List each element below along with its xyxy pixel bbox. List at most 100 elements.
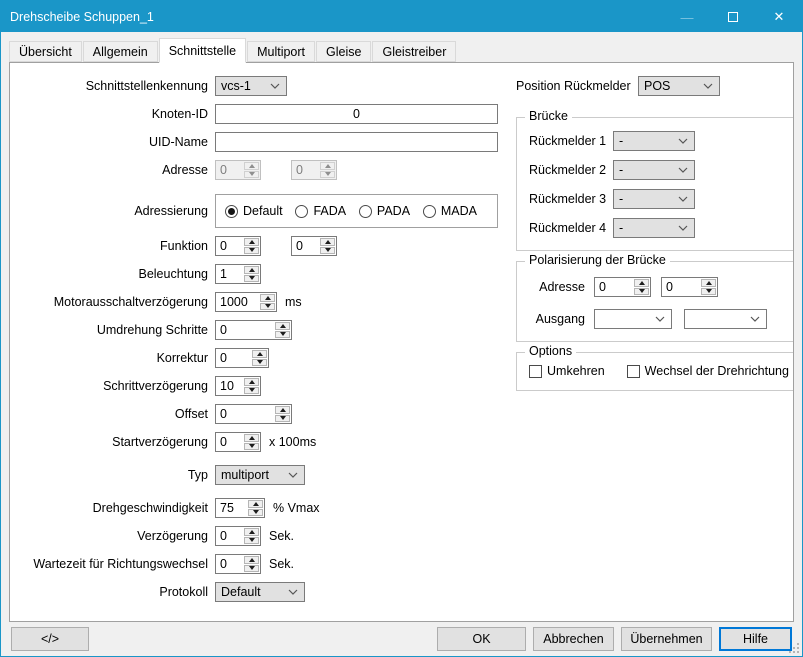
cancel-button[interactable]: Abbrechen — [533, 627, 614, 651]
position-rueckmelder-label: Position Rückmelder — [516, 79, 638, 93]
spinner-down-icon[interactable] — [252, 359, 267, 367]
spinner-value: 0 — [216, 161, 244, 179]
offset-spinner[interactable]: 0 — [215, 404, 292, 424]
spinner-up-icon[interactable] — [701, 279, 716, 287]
spinner-down-icon[interactable] — [244, 387, 259, 395]
spinner-value[interactable]: 1 — [216, 265, 244, 283]
radio-default[interactable]: Default — [225, 204, 283, 218]
maximize-button[interactable] — [710, 1, 756, 32]
spinner-down-icon[interactable] — [248, 509, 263, 517]
spinner-up-icon[interactable] — [248, 500, 263, 508]
rueckmelder-2-select[interactable]: - — [613, 160, 695, 180]
umkehren-checkbox[interactable]: Umkehren — [529, 364, 605, 378]
group-title: Options — [525, 344, 576, 358]
spinner-value[interactable]: 10 — [216, 377, 244, 395]
typ-select[interactable]: multiport — [215, 465, 305, 485]
motorausschaltverzoegerung-label: Motorausschaltverzögerung — [20, 295, 208, 309]
spinner-up-icon[interactable] — [275, 322, 290, 330]
spinner-value[interactable]: 0 — [595, 278, 634, 296]
spinner-up-icon[interactable] — [252, 350, 267, 358]
korrektur-spinner[interactable]: 0 — [215, 348, 269, 368]
apply-button[interactable]: Übernehmen — [621, 627, 712, 651]
spinner-up-icon[interactable] — [244, 434, 259, 442]
spinner-down-icon[interactable] — [244, 565, 259, 573]
tab-uebersicht[interactable]: Übersicht — [9, 41, 82, 62]
startverzoegerung-spinner[interactable]: 0 — [215, 432, 261, 452]
spinner-down-icon[interactable] — [244, 275, 259, 283]
spinner-down-icon[interactable] — [244, 537, 259, 545]
spinner-up-icon[interactable] — [634, 279, 649, 287]
drehgeschwindigkeit-spinner[interactable]: 75 — [215, 498, 265, 518]
spinner-value[interactable]: 0 — [216, 555, 244, 573]
spinner-down-icon[interactable] — [244, 443, 259, 451]
spinner-down-icon[interactable] — [634, 288, 649, 296]
code-view-button[interactable]: </> — [11, 627, 89, 651]
titlebar[interactable]: Drehscheibe Schuppen_1 — ✕ — [1, 1, 802, 32]
ok-button[interactable]: OK — [437, 627, 526, 651]
input-value: 0 — [353, 107, 360, 121]
tab-gleistreiber[interactable]: Gleistreiber — [372, 41, 456, 62]
tab-gleise[interactable]: Gleise — [316, 41, 371, 62]
protokoll-select[interactable]: Default — [215, 582, 305, 602]
window-controls: — ✕ — [664, 1, 802, 32]
spinner-up-icon[interactable] — [244, 266, 259, 274]
spinner-value[interactable]: 0 — [292, 237, 320, 255]
radio-pada[interactable]: PADA — [359, 204, 410, 218]
position-rueckmelder-select[interactable]: POS — [638, 76, 720, 96]
tab-label: Allgemein — [93, 45, 148, 59]
spinner-up-icon[interactable] — [244, 528, 259, 536]
spinner-value[interactable]: 0 — [216, 405, 275, 423]
verzoegerung-spinner[interactable]: 0 — [215, 526, 261, 546]
spinner-up-icon[interactable] — [320, 238, 335, 246]
spinner-down-icon[interactable] — [275, 331, 290, 339]
ausgang-select-1[interactable] — [594, 309, 672, 329]
motorausschaltverzoegerung-spinner[interactable]: 1000 — [215, 292, 277, 312]
spinner-up-icon[interactable] — [260, 294, 275, 302]
tab-multiport[interactable]: Multiport — [247, 41, 315, 62]
spinner-up-icon[interactable] — [244, 378, 259, 386]
spinner-down-icon[interactable] — [701, 288, 716, 296]
spinner-down-icon[interactable] — [275, 415, 290, 423]
funktion-spinner-2[interactable]: 0 — [291, 236, 337, 256]
radio-icon — [225, 205, 238, 218]
adressierung-group: Default FADA PADA MADA — [215, 194, 498, 228]
spinner-value[interactable]: 0 — [216, 527, 244, 545]
knoten-id-input[interactable]: 0 — [215, 104, 498, 124]
polarisierung-adresse-spinner-1[interactable]: 0 — [594, 277, 651, 297]
rueckmelder-3-select[interactable]: - — [613, 189, 695, 209]
close-button[interactable]: ✕ — [756, 1, 802, 32]
spinner-value[interactable]: 0 — [216, 349, 252, 367]
spinner-up-icon[interactable] — [244, 556, 259, 564]
window-title: Drehscheibe Schuppen_1 — [1, 10, 154, 24]
spinner-value[interactable]: 75 — [216, 499, 248, 517]
tab-schnittstelle[interactable]: Schnittstelle — [159, 38, 246, 63]
rueckmelder-1-select[interactable]: - — [613, 131, 695, 151]
help-button[interactable]: Hilfe — [719, 627, 792, 651]
spinner-value[interactable]: 0 — [216, 237, 244, 255]
resize-grip-icon[interactable] — [788, 642, 800, 654]
spinner-down-icon[interactable] — [260, 303, 275, 311]
tab-allgemein[interactable]: Allgemein — [83, 41, 158, 62]
uid-name-input[interactable] — [215, 132, 498, 152]
polarisierung-adresse-spinner-2[interactable]: 0 — [661, 277, 718, 297]
funktion-spinner-1[interactable]: 0 — [215, 236, 261, 256]
rueckmelder-4-select[interactable]: - — [613, 218, 695, 238]
wartezeit-spinner[interactable]: 0 — [215, 554, 261, 574]
spinner-up-icon[interactable] — [275, 406, 290, 414]
spinner-value[interactable]: 0 — [216, 433, 244, 451]
schnittstellenkennung-select[interactable]: vcs-1 — [215, 76, 287, 96]
spinner-up-icon[interactable] — [244, 238, 259, 246]
ausgang-select-2[interactable] — [684, 309, 767, 329]
radio-mada[interactable]: MADA — [423, 204, 477, 218]
radio-fada[interactable]: FADA — [295, 204, 346, 218]
wechsel-drehrichtung-checkbox[interactable]: Wechsel der Drehrichtung — [627, 364, 789, 378]
minimize-button[interactable]: — — [664, 1, 710, 32]
spinner-value[interactable]: 0 — [662, 278, 701, 296]
umdrehung-schritte-spinner[interactable]: 0 — [215, 320, 292, 340]
beleuchtung-spinner[interactable]: 1 — [215, 264, 261, 284]
spinner-down-icon[interactable] — [244, 247, 259, 255]
schrittverzoegerung-spinner[interactable]: 10 — [215, 376, 261, 396]
spinner-value[interactable]: 1000 — [216, 293, 260, 311]
spinner-value[interactable]: 0 — [216, 321, 275, 339]
spinner-down-icon[interactable] — [320, 247, 335, 255]
